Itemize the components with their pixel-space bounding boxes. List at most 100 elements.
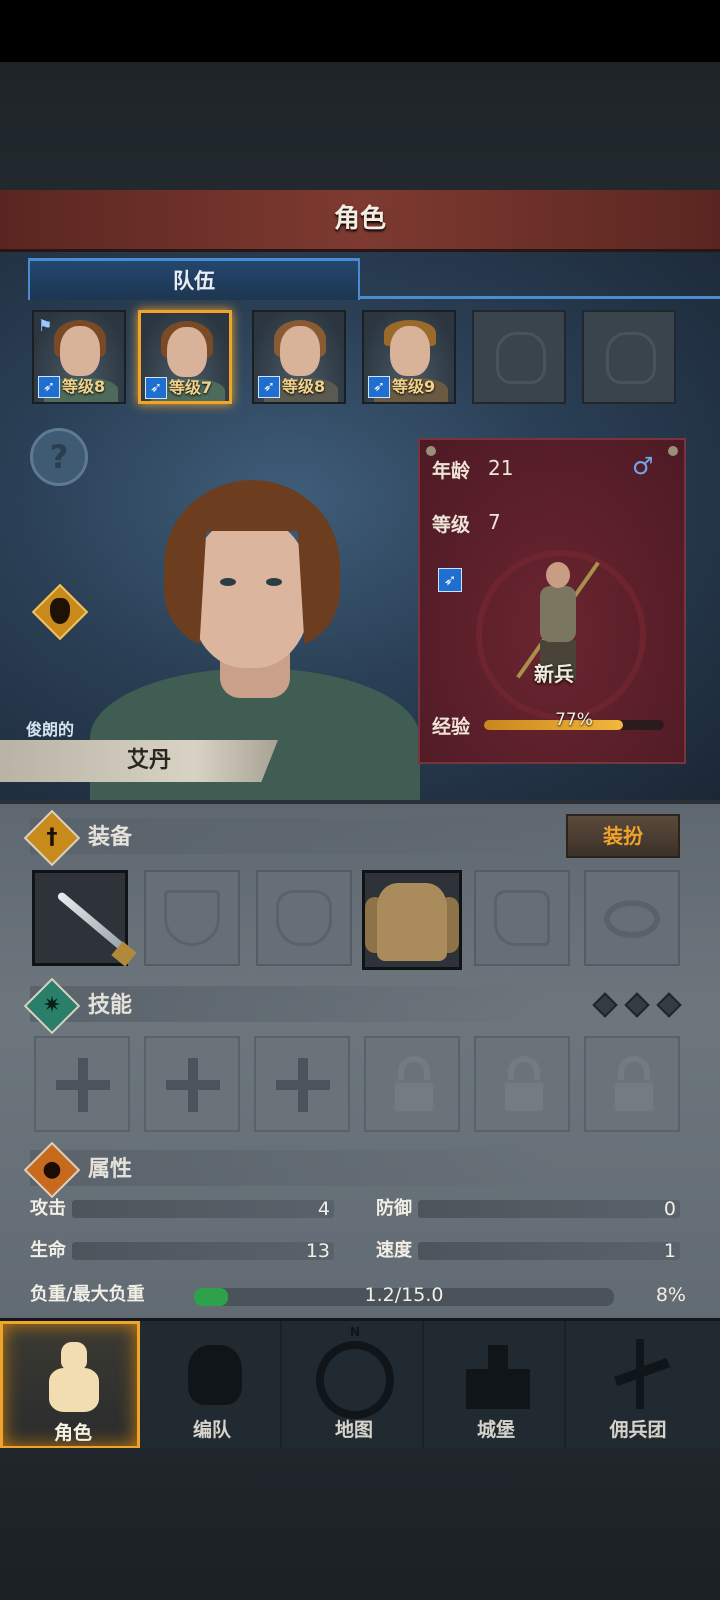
spear-class-icon: ➶	[438, 568, 462, 592]
tunic-icon	[377, 883, 447, 961]
attributes-title: 属性	[88, 1157, 133, 1182]
hero-name-plate[interactable]: 艾丹	[0, 740, 278, 782]
helmet-icon	[496, 332, 546, 384]
hero-trait: 俊朗的	[26, 720, 75, 739]
nav-mercenaries[interactable]: 佣兵团	[568, 1321, 708, 1449]
male-icon: ♂	[632, 452, 654, 480]
status-bar	[0, 0, 720, 62]
defense-value: 0	[663, 1198, 676, 1220]
tab-team[interactable]: 队伍	[28, 258, 360, 300]
nav-character[interactable]: 角色	[0, 1321, 140, 1449]
member-level: 等级7	[169, 378, 213, 397]
equipment-title: 装备	[88, 825, 133, 850]
team-slot-empty[interactable]	[472, 310, 566, 404]
compass-north: N	[349, 1325, 361, 1339]
hero-info-card: 年龄 21 ♂ 等级 7 ➶ 新兵 经验 77%	[418, 438, 686, 764]
equip-slot-armor[interactable]	[362, 870, 462, 970]
cross-icon	[56, 1080, 110, 1090]
skill-gem-icon	[592, 992, 618, 1018]
xp-label: 经验	[432, 716, 471, 738]
nav-formation[interactable]: 编队	[142, 1321, 282, 1449]
skill-slot-1[interactable]	[34, 1036, 130, 1132]
nav-label: 佣兵团	[609, 1419, 667, 1441]
skill-slot-locked[interactable]	[474, 1036, 570, 1132]
bottom-nav: 角色 编队 N 地图 城堡 佣兵团	[0, 1318, 720, 1449]
skills-icon: ✷	[42, 993, 62, 1018]
load-label: 负重/最大负重	[30, 1284, 145, 1305]
age-label: 年龄	[432, 460, 471, 482]
class-name: 新兵	[534, 662, 574, 686]
attack-label: 攻击	[30, 1198, 66, 1219]
nav-map[interactable]: N 地图	[284, 1321, 424, 1449]
member-level: 等级9	[392, 377, 436, 396]
spear-class-icon: ➶	[38, 376, 60, 398]
spear-class-icon: ➶	[368, 376, 390, 398]
lock-icon	[612, 1080, 656, 1114]
nav-label: 编队	[192, 1419, 231, 1441]
member-level: 等级8	[62, 377, 106, 396]
skill-slot-2[interactable]	[144, 1036, 240, 1132]
skills-title: 技能	[88, 993, 133, 1018]
skill-gem-icon	[624, 992, 650, 1018]
equip-slot-shield[interactable]	[144, 870, 240, 966]
nav-label: 城堡	[476, 1419, 515, 1441]
team-member-4[interactable]: ➶ 等级9	[362, 310, 456, 404]
load-percent: 8%	[655, 1284, 686, 1306]
equip-slot-ring[interactable]	[584, 870, 680, 966]
skill-slot-locked[interactable]	[584, 1036, 680, 1132]
member-level: 等级8	[282, 377, 326, 396]
equipment-icon: †	[46, 825, 58, 850]
lock-icon	[502, 1080, 546, 1114]
xp-percent: 77%	[555, 710, 593, 730]
cross-icon	[276, 1080, 330, 1090]
skill-slot-locked[interactable]	[364, 1036, 460, 1132]
spear-class-icon: ➶	[258, 376, 280, 398]
member-portrait	[167, 327, 207, 377]
castle-icon	[466, 1339, 530, 1409]
defense-label: 防御	[376, 1198, 412, 1219]
lock-icon	[392, 1080, 436, 1114]
team-member-2[interactable]: ➶ 等级7	[138, 310, 232, 404]
member-portrait	[390, 326, 430, 376]
dress-up-button[interactable]: 装扮	[566, 814, 680, 858]
knight-icon	[43, 1342, 103, 1412]
cross-icon	[166, 1080, 220, 1090]
helmet-icon	[606, 332, 656, 384]
boots-icon	[494, 890, 550, 946]
team-member-1[interactable]: ⚑ ➶ 等级8	[32, 310, 126, 404]
skill-gem-icon	[656, 992, 682, 1018]
load-value: 1.2/15.0	[364, 1284, 444, 1306]
helmet-icon	[182, 1339, 242, 1409]
banner-icon	[608, 1339, 671, 1409]
top-backdrop	[0, 62, 720, 192]
hp-label: 生命	[30, 1240, 66, 1261]
nav-castle[interactable]: 城堡	[426, 1321, 566, 1449]
ring-icon	[604, 900, 660, 938]
equip-slot-helmet[interactable]	[256, 870, 352, 966]
member-portrait	[60, 326, 100, 376]
spear-class-icon: ➶	[145, 377, 167, 399]
nav-label: 角色	[53, 1422, 92, 1444]
nav-label: 地图	[334, 1419, 373, 1441]
speed-value: 1	[663, 1240, 676, 1262]
attack-value: 4	[317, 1198, 330, 1220]
sword-icon	[56, 890, 126, 952]
equip-slot-boots[interactable]	[474, 870, 570, 966]
age-value: 21	[488, 456, 514, 480]
tab-underline	[358, 296, 720, 299]
helmet-icon	[276, 890, 332, 946]
level-label: 等级	[432, 514, 471, 536]
team-slot-empty[interactable]	[582, 310, 676, 404]
hero-panel: 队伍 ⚑ ➶ 等级8 ➶ 等级7 ➶ 等级8 ➶ 等级9 ? 俊朗的 艾丹 年龄…	[0, 252, 720, 808]
member-portrait	[280, 326, 320, 376]
skill-slot-3[interactable]	[254, 1036, 350, 1132]
title-banner: 角色	[0, 190, 720, 252]
leader-flag-icon: ⚑	[38, 316, 53, 335]
details-panel: † 装备 装扮 ✷ 技能 ● 属性 攻击 4 防御 0 生命 13 速度 1 负…	[0, 800, 720, 1320]
compass-icon: N	[312, 1325, 398, 1419]
speed-label: 速度	[376, 1240, 412, 1261]
shield-icon	[164, 890, 220, 946]
team-member-3[interactable]: ➶ 等级8	[252, 310, 346, 404]
equip-slot-weapon[interactable]	[32, 870, 137, 967]
hp-value: 13	[305, 1240, 330, 1262]
